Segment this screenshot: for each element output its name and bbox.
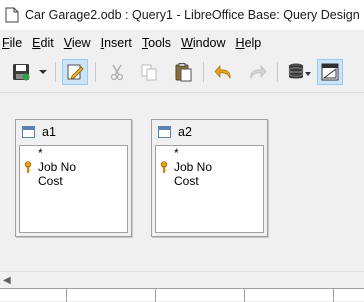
design-view-icon	[321, 63, 339, 81]
undo-button[interactable]	[211, 59, 237, 85]
save-button[interactable]	[8, 59, 34, 85]
grid-column-divider	[244, 289, 245, 302]
field-list-item[interactable]: Cost	[20, 174, 127, 188]
table-name: a2	[178, 125, 192, 139]
menu-window-label: indow	[192, 36, 226, 50]
horizontal-scrollbar[interactable]: ◀	[0, 271, 364, 288]
field-list[interactable]: * Job No Cost	[155, 145, 264, 233]
scroll-left-icon[interactable]: ◀	[3, 275, 11, 286]
menu-insert[interactable]: Insert	[97, 36, 132, 50]
menu-help-mnemonic: H	[235, 36, 245, 50]
primary-key-icon	[160, 161, 168, 173]
field-label: Cost	[174, 174, 199, 188]
field-list-item[interactable]: Job No	[156, 160, 263, 174]
window-title: Car Garage2.odb : Query1 - LibreOffice B…	[25, 8, 360, 22]
table-icon	[22, 126, 35, 138]
toolbar-separator	[55, 62, 56, 82]
menu-help[interactable]: Help	[232, 36, 262, 50]
save-icon	[13, 64, 30, 81]
title-bar: Car Garage2.odb : Query1 - LibreOffice B…	[0, 0, 364, 30]
redo-button[interactable]	[244, 59, 270, 85]
field-list-item[interactable]: *	[20, 146, 127, 160]
grid-column-divider	[155, 289, 156, 302]
grid-column-divider	[333, 289, 334, 302]
menu-window-mnemonic: W	[181, 36, 193, 50]
query-criteria-grid[interactable]	[0, 288, 364, 302]
libreoffice-base-app-icon	[5, 7, 19, 23]
field-label: *	[38, 146, 43, 160]
paste-button[interactable]	[170, 59, 196, 85]
table-window-a2[interactable]: a2 * Job No Cost	[151, 119, 268, 237]
field-list-item[interactable]: *	[156, 146, 263, 160]
cut-button[interactable]	[104, 59, 130, 85]
table-icon	[158, 126, 171, 138]
copy-icon	[141, 64, 157, 81]
redo-icon	[250, 65, 267, 80]
field-label: Job No	[38, 160, 77, 174]
menu-file[interactable]: File	[0, 36, 22, 50]
edit-mode-icon	[67, 64, 84, 80]
field-list[interactable]: * Job No Cost	[19, 145, 128, 233]
menu-file-label: ile	[9, 36, 23, 50]
query-design-table-area[interactable]: a1 * Job No Cost a2 * Job No Cost	[0, 100, 364, 270]
run-query-icon	[288, 63, 311, 79]
field-list-item[interactable]: Cost	[156, 174, 263, 188]
table-window-title[interactable]: a2	[152, 120, 267, 144]
primary-key-icon	[24, 161, 32, 173]
field-list-item[interactable]: Job No	[20, 160, 127, 174]
toolbar-separator	[95, 62, 96, 82]
menu-view[interactable]: View	[60, 36, 91, 50]
menu-window[interactable]: Window	[177, 36, 225, 50]
table-window-a1[interactable]: a1 * Job No Cost	[15, 119, 132, 237]
field-label: Cost	[38, 174, 63, 188]
field-label: *	[174, 146, 179, 160]
cut-icon	[110, 64, 124, 81]
paste-icon	[175, 63, 192, 82]
undo-icon	[214, 65, 231, 80]
menu-bar: File Edit View Insert Tools Window Help	[0, 33, 364, 53]
menu-insert-label: nsert	[104, 36, 132, 50]
menu-help-label: elp	[244, 36, 262, 50]
toolbar-overflow[interactable]	[350, 59, 364, 85]
toolbar-separator	[277, 62, 278, 82]
menu-file-mnemonic: F	[2, 36, 10, 50]
menu-tools[interactable]: Tools	[138, 36, 171, 50]
standard-toolbar	[0, 54, 364, 92]
menu-view-mnemonic: V	[63, 36, 72, 50]
menu-edit[interactable]: Edit	[28, 36, 54, 50]
run-query-button[interactable]	[284, 59, 314, 85]
field-label: Job No	[174, 160, 213, 174]
toolbar-divider	[0, 92, 364, 93]
design-view-button[interactable]	[317, 59, 343, 85]
edit-mode-button[interactable]	[62, 59, 88, 85]
chevron-down-icon	[39, 70, 47, 74]
grid-column-divider	[66, 289, 67, 302]
toolbar-separator	[203, 62, 204, 82]
copy-button[interactable]	[136, 59, 162, 85]
table-window-title[interactable]: a1	[16, 120, 131, 144]
table-name: a1	[42, 125, 56, 139]
menu-tools-label: ools	[148, 36, 172, 50]
menu-edit-label: dit	[40, 36, 54, 50]
menu-edit-mnemonic: E	[32, 36, 41, 50]
save-dropdown-button[interactable]	[36, 59, 50, 85]
menu-view-label: iew	[71, 36, 91, 50]
